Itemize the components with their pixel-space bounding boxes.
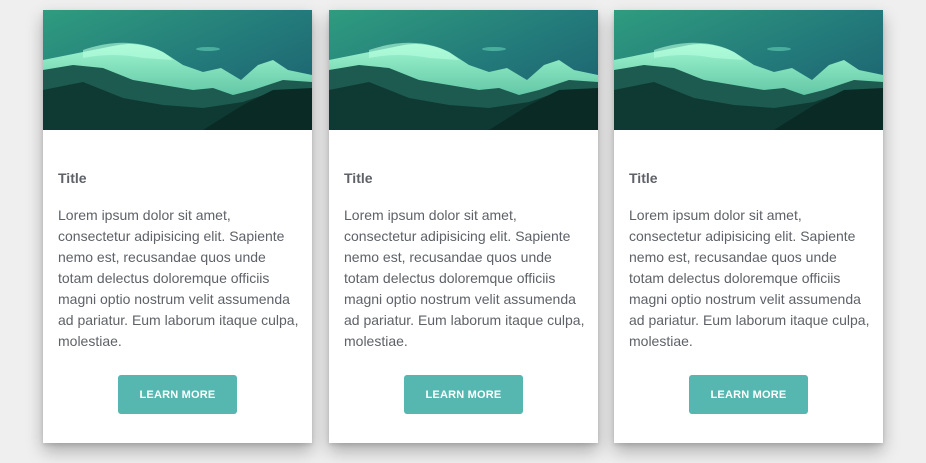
card: Title Lorem ipsum dolor sit amet, consec… — [43, 10, 312, 443]
card: Title Lorem ipsum dolor sit amet, consec… — [329, 10, 598, 443]
learn-more-button[interactable]: LEARN MORE — [689, 375, 808, 414]
card: Title Lorem ipsum dolor sit amet, consec… — [614, 10, 883, 443]
learn-more-button[interactable]: LEARN MORE — [404, 375, 523, 414]
card-body-text: Lorem ipsum dolor sit amet, consectetur … — [629, 207, 870, 349]
card-image-mountains — [43, 10, 312, 130]
learn-more-button[interactable]: LEARN MORE — [118, 375, 237, 414]
card-image-mountains — [614, 10, 883, 130]
card-image-mountains — [329, 10, 598, 130]
card-body-text: Lorem ipsum dolor sit amet, consectetur … — [344, 207, 585, 349]
card-title: Title — [58, 170, 87, 186]
card-body-text: Lorem ipsum dolor sit amet, consectetur … — [58, 207, 299, 349]
card-title: Title — [629, 170, 658, 186]
card-title: Title — [344, 170, 373, 186]
